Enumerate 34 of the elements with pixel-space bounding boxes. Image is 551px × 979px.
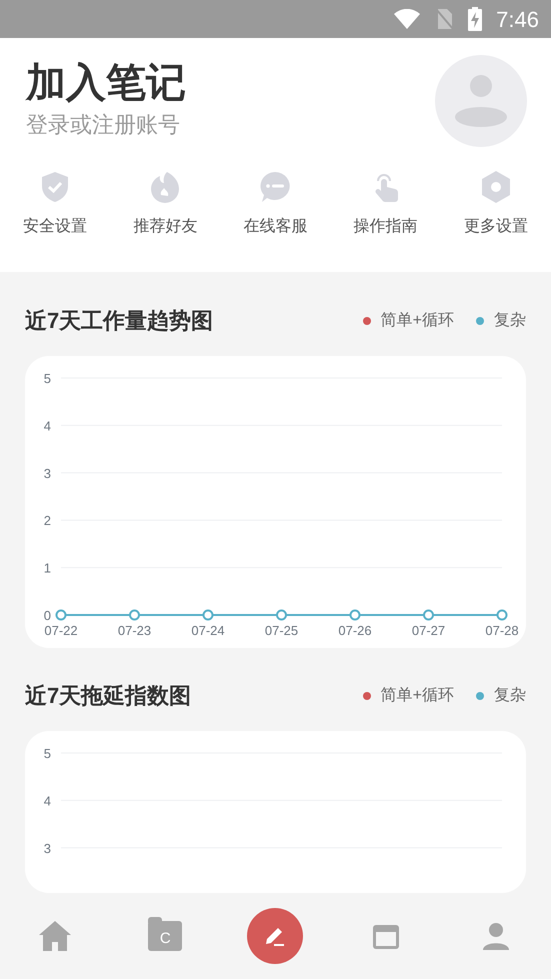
- legend-label: 复杂: [494, 686, 526, 706]
- x-tick-label: 07-26: [338, 623, 372, 638]
- y-tick-label: 3: [44, 466, 51, 481]
- person-icon: [455, 75, 507, 127]
- wifi-icon: [394, 9, 420, 29]
- section-title: 近7天工作量趋势图: [25, 307, 214, 335]
- shortcut-item[interactable]: 推荐好友: [110, 169, 220, 239]
- section-title: 近7天拖延指数图: [25, 682, 192, 710]
- y-axis-label: 3: [44, 840, 51, 856]
- y-tick-label: 1: [44, 560, 51, 576]
- shortcut-item[interactable]: 操作指南: [330, 169, 441, 239]
- x-tick-label: 07-23: [118, 623, 152, 638]
- shortcut-item[interactable]: 安全设置: [0, 169, 110, 239]
- y-tick-label: 4: [44, 418, 51, 434]
- person-icon: [480, 921, 511, 951]
- x-tick-label: 07-22: [44, 623, 78, 638]
- x-tick-label: 07-24: [191, 623, 225, 638]
- shortcut-item[interactable]: 更多设置: [440, 169, 551, 239]
- header-title: 加入笔记: [26, 60, 186, 107]
- clock: 7:46: [496, 6, 539, 34]
- y-axis-label: 4: [44, 793, 51, 808]
- y-tick-label: 2: [44, 513, 51, 528]
- y-axis-label: 5: [44, 746, 51, 761]
- shortcut-item[interactable]: 在线客服: [220, 169, 331, 239]
- x-tick-label: 07-25: [264, 623, 298, 638]
- legend-label: 简单+循环: [380, 686, 454, 706]
- y-tick-label: 0: [44, 608, 51, 623]
- x-tick-label: 07-28: [485, 623, 519, 638]
- x-tick-label: 07-27: [412, 623, 446, 638]
- legend-label: 简单+循环: [380, 310, 454, 330]
- home-icon: [38, 920, 72, 952]
- battery-charging-icon: [468, 7, 482, 31]
- legend-label: 复杂: [494, 310, 526, 330]
- y-tick-label: 5: [44, 371, 51, 386]
